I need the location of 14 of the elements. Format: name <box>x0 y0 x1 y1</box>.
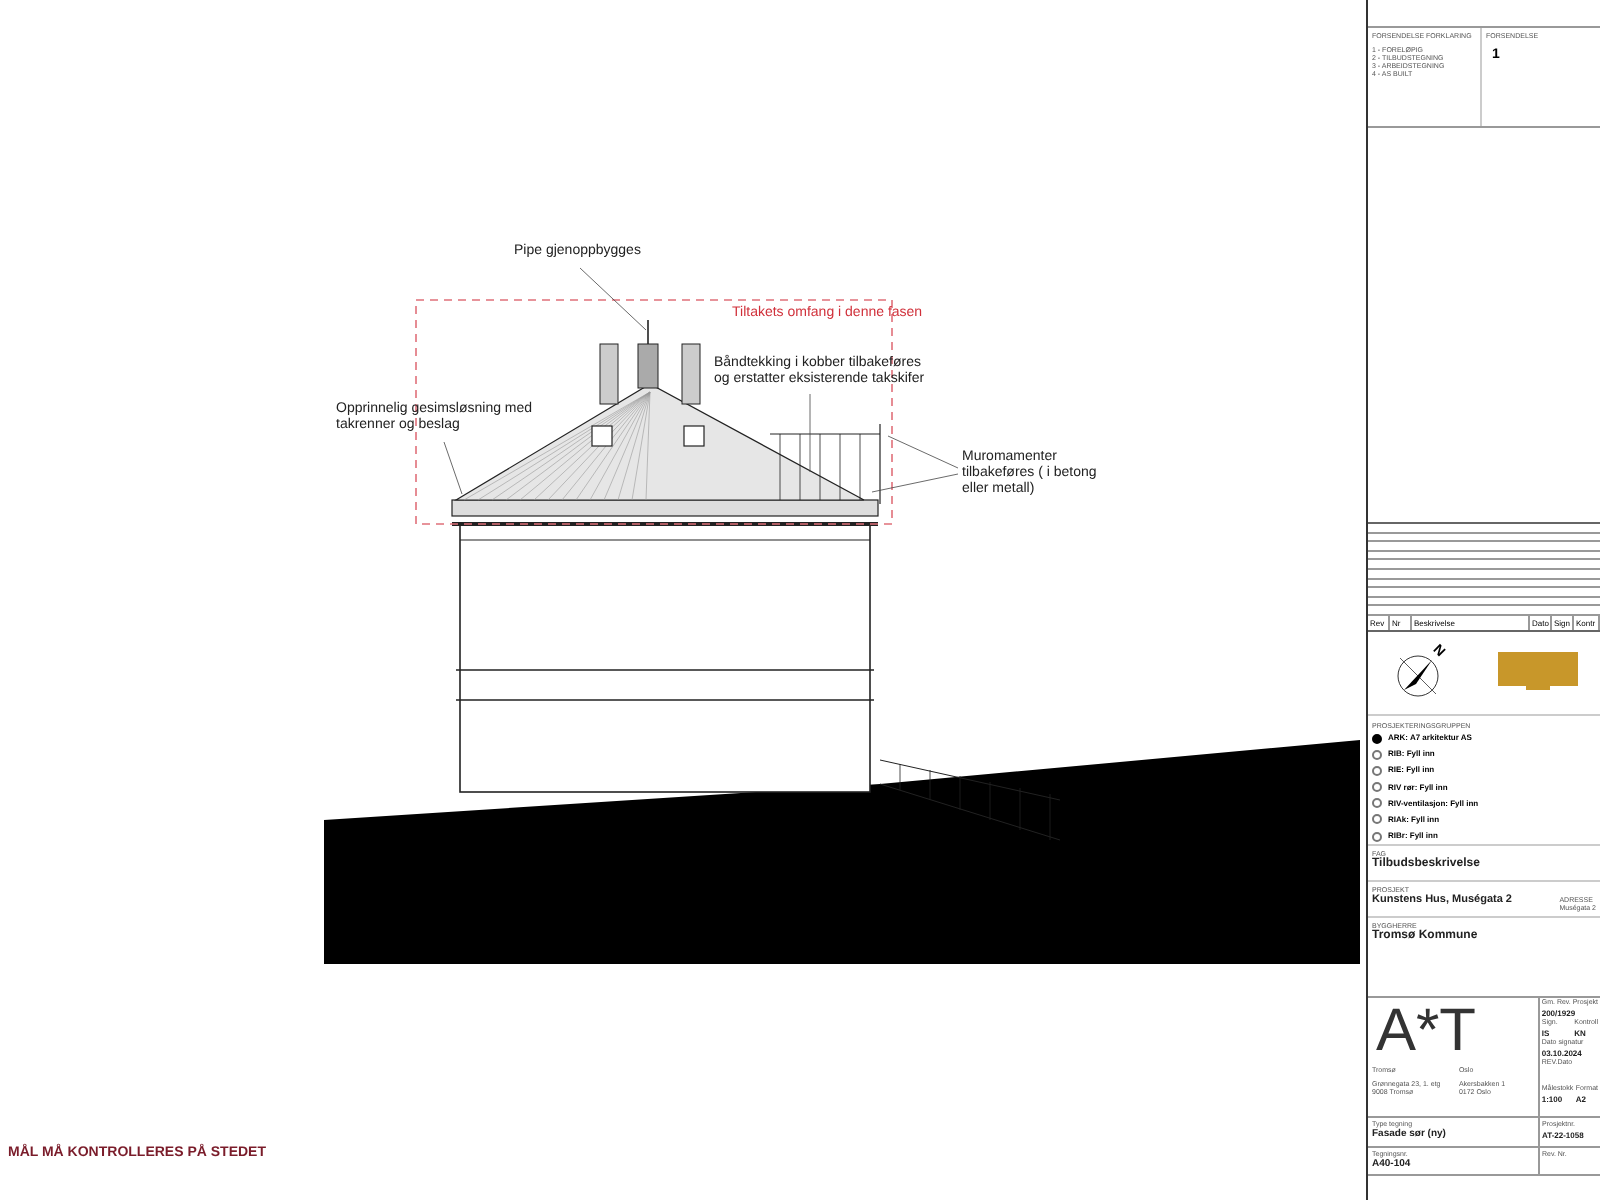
radio-button[interactable] <box>1372 814 1382 825</box>
leader-line <box>579 267 647 331</box>
firm-logo: A*T <box>1376 998 1479 1067</box>
key-plan-drawing <box>1497 652 1577 693</box>
radio-button[interactable] <box>1372 831 1382 842</box>
leader-line <box>809 393 811 473</box>
radio-button[interactable] <box>1372 733 1382 744</box>
leader-line <box>871 473 959 493</box>
leader-line <box>887 435 959 469</box>
leader-line <box>443 441 463 495</box>
radio-button[interactable] <box>1372 749 1382 760</box>
radio-button[interactable] <box>1372 765 1382 776</box>
radio-button[interactable] <box>1372 798 1382 809</box>
radio-button[interactable] <box>1372 782 1382 793</box>
